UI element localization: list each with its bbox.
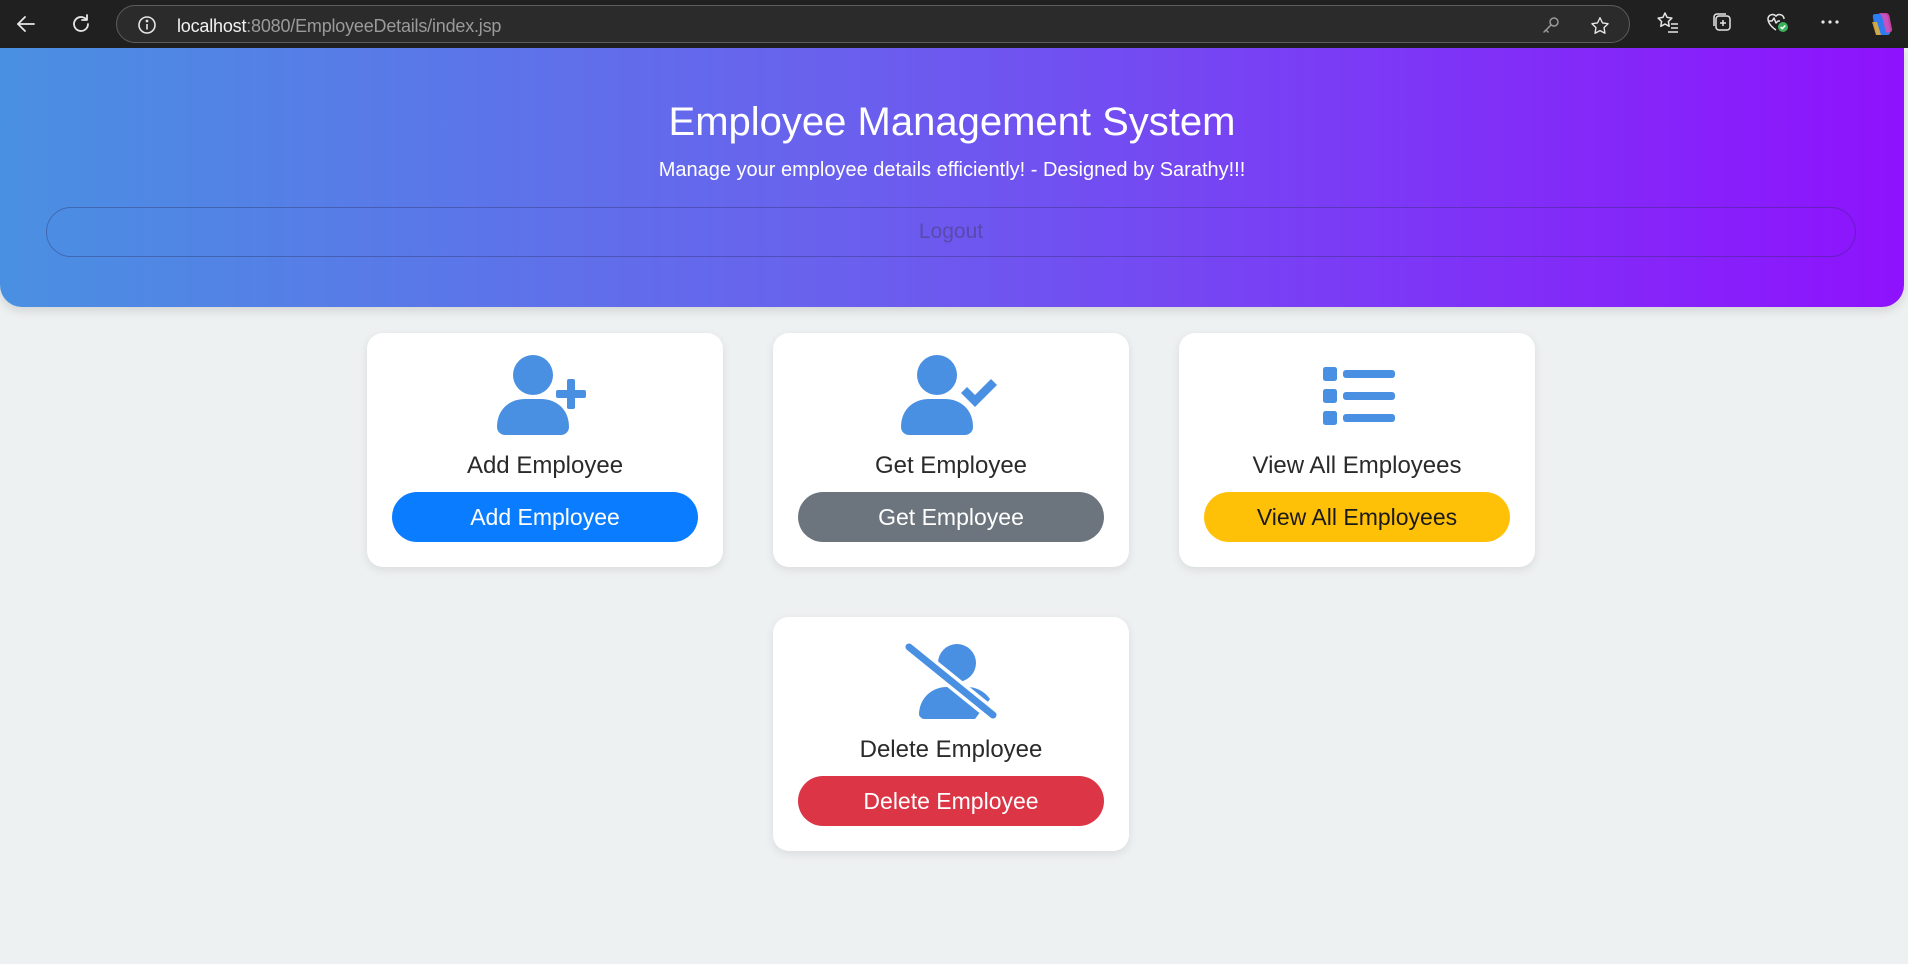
view-all-employees-button[interactable]: View All Employees xyxy=(1204,492,1510,542)
list-icon xyxy=(1179,355,1535,435)
page-content: Employee Management System Manage your e… xyxy=(0,48,1908,964)
refresh-button[interactable] xyxy=(61,4,101,44)
delete-employee-button[interactable]: Delete Employee xyxy=(798,776,1104,826)
key-icon[interactable] xyxy=(1541,15,1561,40)
browser-toolbar: localhost:8080/EmployeeDetails/index.jsp xyxy=(0,0,1908,48)
add-employee-button[interactable]: Add Employee xyxy=(392,492,698,542)
info-icon[interactable] xyxy=(137,15,157,40)
card-view-all-employees: View All Employees View All Employees xyxy=(1179,333,1535,567)
card-delete-employee: Delete Employee Delete Employee xyxy=(773,617,1129,851)
page-title: Employee Management System xyxy=(668,100,1236,144)
more-icon[interactable] xyxy=(1818,10,1842,39)
user-slash-icon xyxy=(773,639,1129,719)
user-plus-icon xyxy=(367,355,723,435)
user-check-icon xyxy=(773,355,1129,435)
browser-health-icon[interactable] xyxy=(1764,10,1790,39)
favorites-icon[interactable] xyxy=(1656,10,1680,39)
refresh-icon xyxy=(73,14,89,32)
url-host: localhost xyxy=(177,16,247,36)
back-button[interactable] xyxy=(6,4,46,44)
card-title: Get Employee xyxy=(874,452,1028,479)
address-bar[interactable]: localhost:8080/EmployeeDetails/index.jsp xyxy=(116,5,1630,43)
card-title: Add Employee xyxy=(466,452,624,479)
collections-icon[interactable] xyxy=(1710,10,1734,39)
get-employee-button[interactable]: Get Employee xyxy=(798,492,1104,542)
card-title: Delete Employee xyxy=(859,736,1043,763)
card-get-employee: Get Employee Get Employee xyxy=(773,333,1129,567)
star-icon[interactable] xyxy=(1589,15,1611,42)
card-add-employee: Add Employee Add Employee xyxy=(367,333,723,567)
url-text[interactable]: localhost:8080/EmployeeDetails/index.jsp xyxy=(177,16,501,37)
logout-button[interactable]: Logout xyxy=(46,207,1856,257)
page-subtitle: Manage your employee details efficiently… xyxy=(658,159,1246,181)
page-header: Employee Management System Manage your e… xyxy=(0,48,1904,307)
card-title: View All Employees xyxy=(1252,452,1462,479)
copilot-icon[interactable] xyxy=(1868,10,1896,43)
url-path: :8080/EmployeeDetails/index.jsp xyxy=(246,16,502,36)
arrow-left-icon xyxy=(17,16,35,32)
